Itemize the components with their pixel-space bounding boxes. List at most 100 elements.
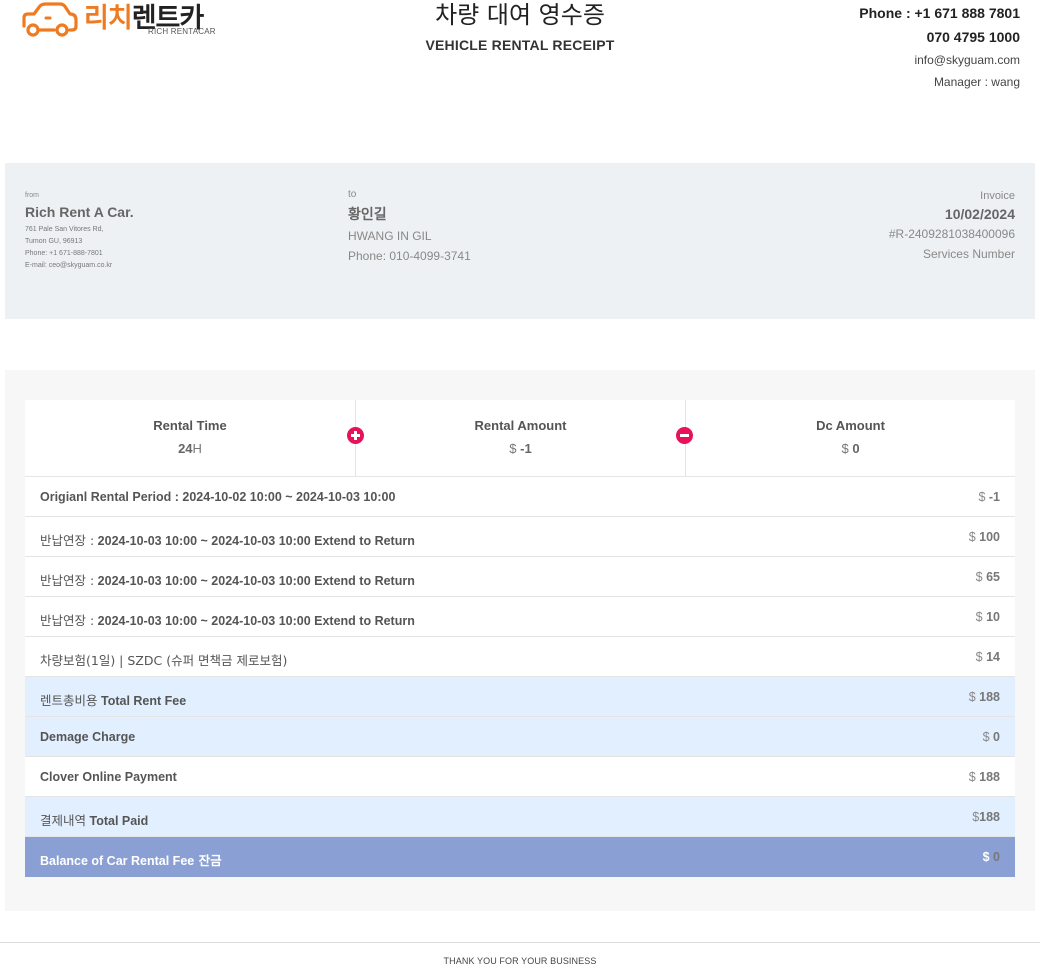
charge-label-ko: 렌트총비용 bbox=[40, 693, 98, 708]
charge-value: 188 bbox=[979, 810, 1000, 824]
charge-row-online-payment: Clover Online Payment $ 188 bbox=[25, 757, 1015, 797]
charge-currency: $ bbox=[982, 730, 990, 744]
charge-label-ko: 차량보험(1일) | SZDC (슈퍼 면책금 제로보험) bbox=[40, 653, 288, 668]
charge-label-ko: 잔금 bbox=[194, 853, 222, 868]
charge-row-extension-1: 반납연장 : 2024-10-03 10:00 ~ 2024-10-03 10:… bbox=[25, 517, 1015, 557]
charge-label: Clover Online Payment bbox=[40, 770, 177, 784]
from-name: Rich Rent A Car. bbox=[25, 204, 134, 220]
rental-time-label: Rental Time bbox=[153, 418, 227, 433]
charge-label-en: 2024-10-03 10:00 ~ 2024-10-03 10:00 Exte… bbox=[94, 534, 415, 548]
invoice-label: Invoice bbox=[980, 190, 1015, 202]
rental-time-summary: Rental Time 24H bbox=[25, 400, 355, 477]
charge-currency: $ bbox=[975, 610, 983, 624]
charge-label-en: Total Rent Fee bbox=[97, 694, 187, 708]
footer-thanks: THANK YOU FOR YOUR BUSINESS bbox=[443, 956, 597, 966]
charge-currency: $ bbox=[968, 690, 976, 704]
charge-label: Balance of Car Rental Fee 잔금 bbox=[40, 850, 222, 869]
charge-value: 65 bbox=[986, 570, 1000, 584]
charge-amount: $ -1 bbox=[978, 490, 1000, 504]
charge-amount: $ 0 bbox=[983, 730, 1000, 744]
charge-label-ko: 반납연장 : bbox=[40, 613, 95, 628]
to-name-en: HWANG IN GIL bbox=[348, 229, 432, 243]
rental-amount-currency: $ bbox=[509, 441, 517, 456]
from-section: from Rich Rent A Car. 761 Pale San Vitor… bbox=[25, 192, 134, 272]
from-phone: Phone: +1 671-888-7801 bbox=[25, 250, 103, 257]
summary-box: Rental Time 24H Rental Amount $ -1 Dc Am… bbox=[25, 400, 1015, 477]
rental-time-unit: H bbox=[192, 441, 202, 456]
charge-amount: $ 188 bbox=[969, 690, 1000, 704]
to-section: to 황인길 HWANG IN GIL Phone: 010-4099-3741 bbox=[348, 189, 471, 264]
charge-value: 188 bbox=[979, 690, 1000, 704]
rental-amount-label: Rental Amount bbox=[474, 418, 567, 433]
charge-currency: $ bbox=[982, 850, 990, 864]
charge-value: -1 bbox=[988, 490, 1000, 504]
charge-amount: $ 100 bbox=[969, 530, 1000, 544]
charge-row-original-period: Origianl Rental Period : 2024-10-02 10:0… bbox=[25, 477, 1015, 517]
charges-panel: Rental Time 24H Rental Amount $ -1 Dc Am… bbox=[5, 370, 1035, 911]
contact-manager: Manager : wang bbox=[933, 75, 1020, 89]
invoice-section: Invoice 10/02/2024 #R-2409281038400096 S… bbox=[889, 190, 1015, 262]
charge-amount: $ 14 bbox=[976, 650, 1000, 664]
charge-row-total-paid: 결제내역 Total Paid $188 bbox=[25, 797, 1015, 837]
charge-value: 100 bbox=[979, 530, 1000, 544]
charge-amount: $ 0 bbox=[983, 850, 1000, 864]
invoice-date: 10/02/2024 bbox=[944, 206, 1015, 222]
charge-label: 렌트총비용 Total Rent Fee bbox=[40, 690, 186, 709]
charge-label-ko: 반납연장 : bbox=[40, 573, 95, 588]
rental-time-value: 24H bbox=[25, 441, 355, 456]
charges-table: Origianl Rental Period : 2024-10-02 10:0… bbox=[25, 477, 1015, 877]
from-address1: 761 Pale San Vitores Rd, bbox=[25, 226, 104, 233]
charge-amount: $ 65 bbox=[976, 570, 1000, 584]
dc-amount-summary: Dc Amount $ 0 bbox=[685, 400, 1015, 477]
to-label: to bbox=[348, 189, 357, 200]
charge-label-en: Total Paid bbox=[86, 814, 149, 828]
charge-amount: $ 188 bbox=[969, 770, 1000, 784]
charge-currency: $ bbox=[975, 650, 983, 664]
charge-row-damage: Demage Charge $ 0 bbox=[25, 717, 1015, 757]
charge-row-insurance: 차량보험(1일) | SZDC (슈퍼 면책금 제로보험) $ 14 bbox=[25, 637, 1015, 677]
charge-currency: $ bbox=[978, 490, 986, 504]
dc-amount-value: $ 0 bbox=[686, 441, 1015, 456]
charge-label: 결제내역 Total Paid bbox=[40, 810, 148, 829]
charge-value: 10 bbox=[986, 610, 1000, 624]
contact-email[interactable]: info@skyguam.com bbox=[859, 52, 1020, 68]
to-name-ko: 황인길 bbox=[348, 207, 387, 223]
rental-amount-value: $ -1 bbox=[356, 441, 685, 456]
dc-amount-label: Dc Amount bbox=[816, 418, 885, 433]
contact-phone2: 070 4795 1000 bbox=[926, 29, 1020, 45]
services-number-label: Services Number bbox=[922, 247, 1015, 261]
charge-currency: $ bbox=[968, 770, 976, 784]
minus-circle-icon bbox=[676, 427, 693, 444]
rental-amount-summary: Rental Amount $ -1 bbox=[355, 400, 685, 477]
charge-value: 188 bbox=[979, 770, 1000, 784]
rental-time-number: 24 bbox=[178, 441, 193, 456]
charge-label: Origianl Rental Period : 2024-10-02 10:0… bbox=[40, 490, 396, 504]
charge-value: 14 bbox=[986, 650, 1000, 664]
charge-row-extension-3: 반납연장 : 2024-10-03 10:00 ~ 2024-10-03 10:… bbox=[25, 597, 1015, 637]
footer-divider bbox=[0, 942, 1040, 943]
charge-value: 0 bbox=[993, 850, 1000, 864]
charge-label-en: Balance of Car Rental Fee bbox=[40, 854, 195, 868]
charge-row-total-rent-fee: 렌트총비용 Total Rent Fee $ 188 bbox=[25, 677, 1015, 717]
charge-label-en: 2024-10-03 10:00 ~ 2024-10-03 10:00 Exte… bbox=[94, 614, 415, 628]
charge-label-ko: 결제내역 bbox=[40, 813, 87, 828]
charge-amount: $ 10 bbox=[976, 610, 1000, 624]
charge-label: 반납연장 : 2024-10-03 10:00 ~ 2024-10-03 10:… bbox=[40, 530, 415, 549]
to-phone: Phone: 010-4099-3741 bbox=[348, 249, 471, 263]
charge-label-en: 2024-10-03 10:00 ~ 2024-10-03 10:00 Exte… bbox=[94, 574, 415, 588]
charge-label: 차량보험(1일) | SZDC (슈퍼 면책금 제로보험) bbox=[40, 650, 287, 669]
charge-row-extension-2: 반납연장 : 2024-10-03 10:00 ~ 2024-10-03 10:… bbox=[25, 557, 1015, 597]
company-contact: Phone : +1 671 888 7801 070 4795 1000 in… bbox=[859, 4, 1020, 90]
dc-amount-number: 0 bbox=[852, 441, 860, 456]
from-email: E-mail: ceo@skyguam.co.kr bbox=[25, 262, 113, 269]
charge-row-balance: Balance of Car Rental Fee 잔금 $ 0 bbox=[25, 837, 1015, 877]
dc-amount-currency: $ bbox=[841, 441, 849, 456]
invoice-number: #R-2409281038400096 bbox=[888, 227, 1015, 241]
charge-label: 반납연장 : 2024-10-03 10:00 ~ 2024-10-03 10:… bbox=[40, 610, 415, 629]
plus-circle-icon bbox=[347, 427, 364, 444]
charge-value: 0 bbox=[993, 730, 1000, 744]
rental-amount-number: -1 bbox=[520, 441, 532, 456]
charge-label-ko: 반납연장 : bbox=[40, 533, 95, 548]
from-address2: Tumon GU, 96913 bbox=[25, 238, 83, 245]
invoice-info-panel: from Rich Rent A Car. 761 Pale San Vitor… bbox=[5, 163, 1035, 319]
